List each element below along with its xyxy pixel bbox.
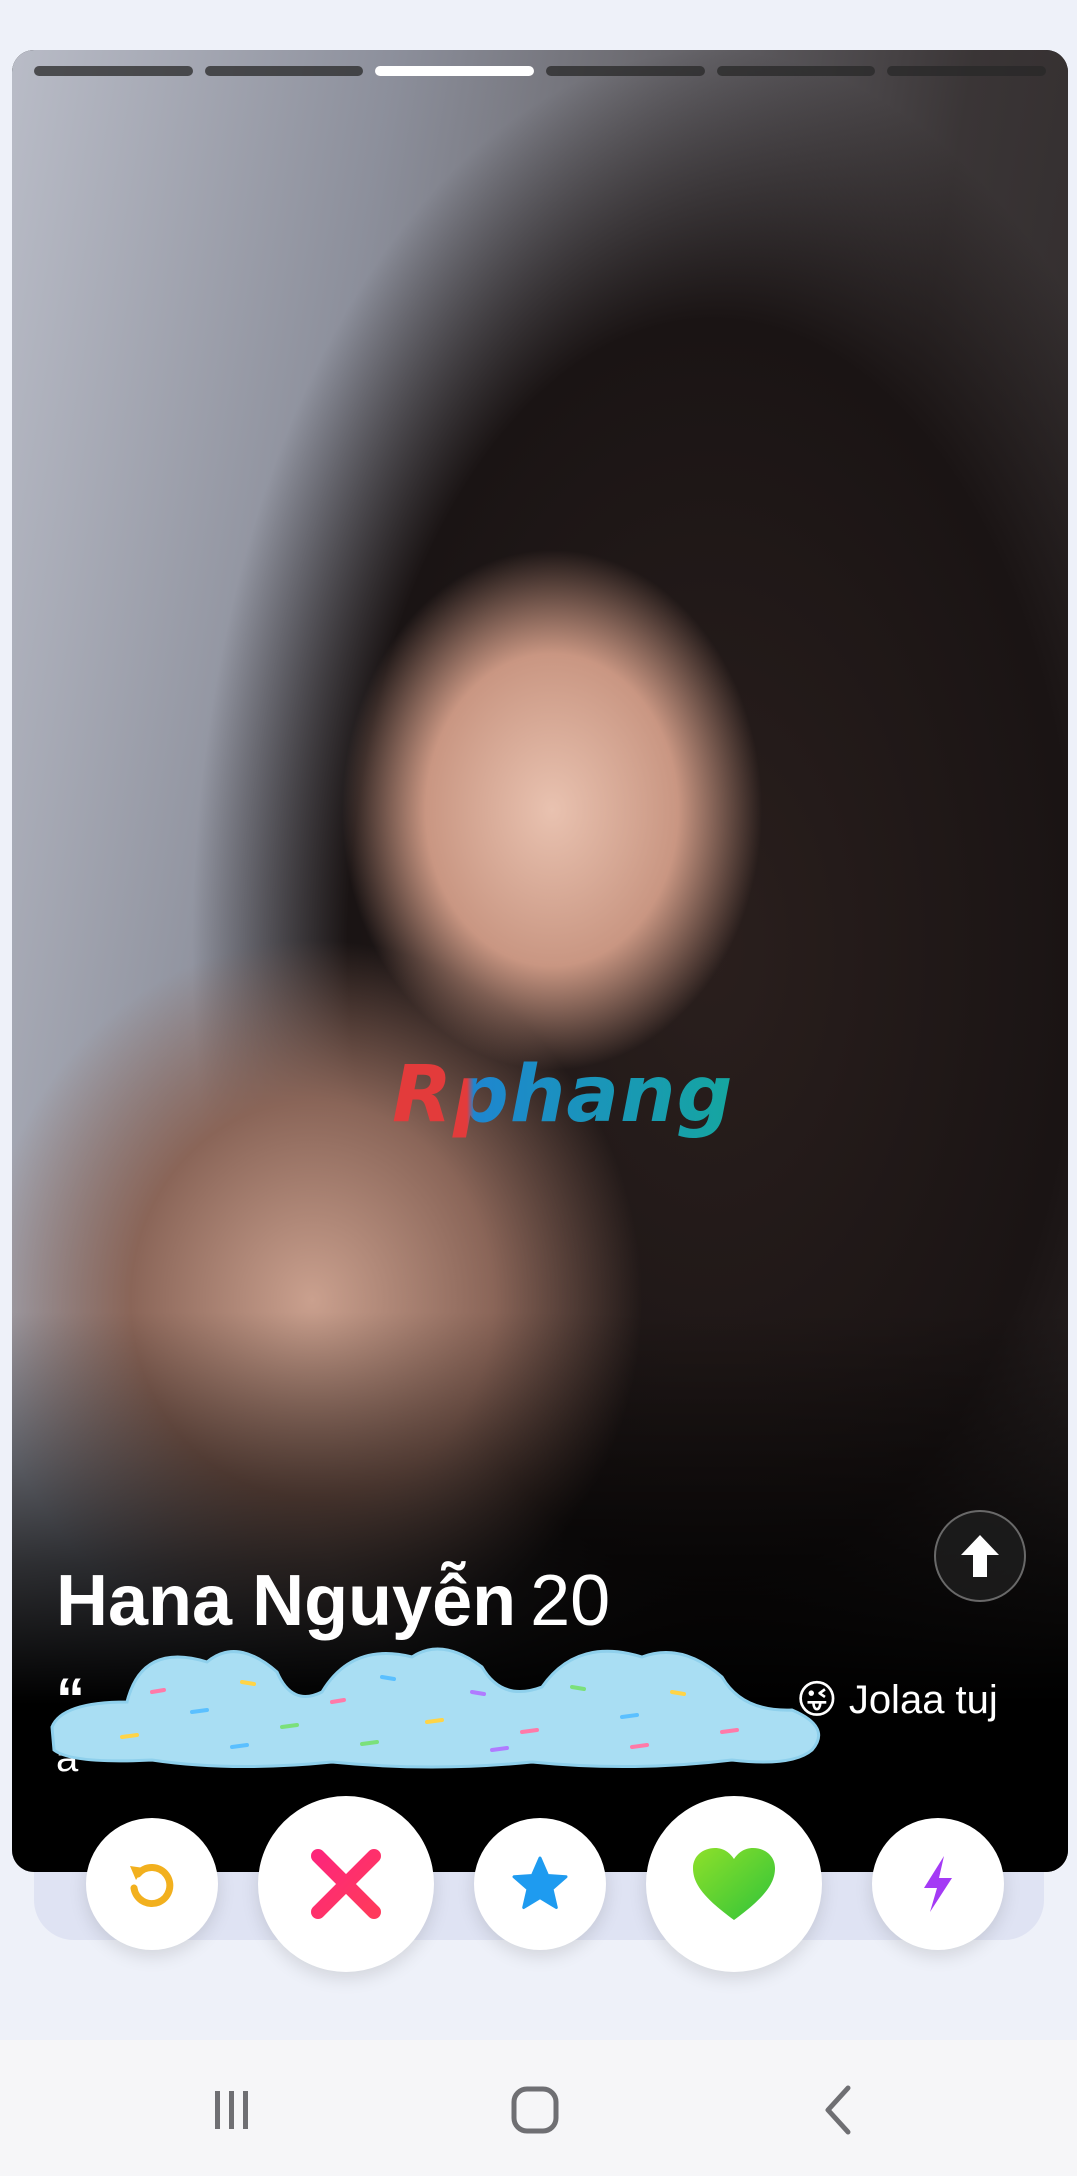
system-navigation-bar	[0, 2040, 1077, 2176]
photo-progress-segment[interactable]	[716, 66, 876, 76]
profile-name: Hana Nguyễn	[56, 1561, 517, 1641]
rewind-icon	[130, 1864, 174, 1907]
censor-cloud-sticker	[50, 1647, 821, 1769]
like-button[interactable]	[646, 1796, 822, 1972]
open-profile-button[interactable]	[934, 1510, 1026, 1602]
boost-button[interactable]	[872, 1818, 1004, 1950]
back-icon	[825, 2085, 851, 2135]
star-icon	[512, 1856, 568, 1909]
profile-age: 20	[530, 1561, 611, 1641]
close-x-icon	[311, 1849, 381, 1919]
lightning-icon	[924, 1856, 952, 1912]
rewind-button[interactable]	[86, 1818, 218, 1950]
photo-progress-segment[interactable]	[204, 66, 364, 76]
photo-progress-indicator	[34, 66, 1047, 76]
photo-progress-segment[interactable]	[546, 66, 705, 76]
home-button[interactable]	[495, 2070, 575, 2150]
home-icon	[511, 2086, 559, 2134]
arrow-up-icon	[961, 1535, 999, 1577]
photo-progress-segment[interactable]	[887, 66, 1047, 76]
profile-name-row[interactable]: Hana Nguyễn 20	[56, 1560, 610, 1642]
heart-icon	[693, 1848, 775, 1920]
super-like-button[interactable]	[474, 1818, 606, 1950]
photo-progress-segment-active[interactable]	[375, 66, 535, 76]
recents-icon	[215, 2091, 248, 2129]
nope-button[interactable]	[258, 1796, 434, 1972]
photo-progress-segment[interactable]	[34, 66, 193, 76]
profile-card[interactable]: Rphang Hana Nguyễn 20 “ 😜 Jolaa tuj á	[12, 50, 1068, 1872]
watermark-text: Rphang	[392, 1050, 734, 1140]
back-button[interactable]	[798, 2070, 878, 2150]
recents-button[interactable]	[192, 2070, 272, 2150]
